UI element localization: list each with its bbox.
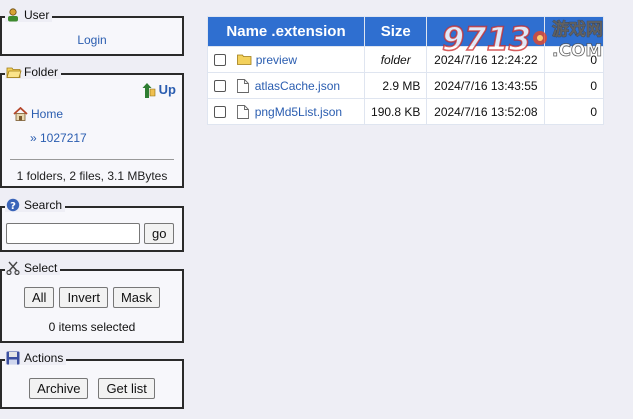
- home-icon: [13, 106, 28, 121]
- file-table: Name .extension Size preview folder 2024…: [206, 16, 604, 125]
- save-icon: [6, 351, 20, 365]
- name-cell: pngMd5List.json: [206, 98, 366, 125]
- select-panel: Select All Invert Mask 0 items selected: [0, 261, 184, 343]
- name-column-header[interactable]: Name .extension: [206, 16, 366, 47]
- archive-button[interactable]: Archive: [29, 378, 89, 399]
- up-button[interactable]: Up: [142, 82, 176, 98]
- row-checkbox[interactable]: [214, 53, 226, 66]
- folder-panel: Folder Up Home » 1027217 1 folders, 2 fi…: [0, 65, 184, 188]
- select-legend: Select: [5, 261, 61, 276]
- up-label: Up: [158, 82, 176, 97]
- name-cell: preview: [206, 46, 366, 73]
- select-all-button[interactable]: All: [23, 287, 55, 308]
- go-button[interactable]: go: [144, 223, 175, 244]
- folder-icon: [237, 53, 252, 67]
- size-column-header[interactable]: Size: [364, 16, 428, 47]
- file-name-link[interactable]: pngMd5List.json: [255, 105, 342, 119]
- svg-text:?: ?: [10, 201, 16, 212]
- folder-legend-label: Folder: [24, 65, 59, 79]
- date-column-header[interactable]: [426, 16, 546, 47]
- file-name-link[interactable]: atlasCache.json: [255, 79, 340, 93]
- date-cell: 2024/7/16 13:52:08: [426, 98, 546, 125]
- get-list-button[interactable]: Get list: [98, 378, 155, 399]
- home-link[interactable]: Home: [13, 106, 64, 121]
- folder-divider: [10, 159, 174, 160]
- date-cell: 2024/7/16 12:24:22: [426, 46, 546, 73]
- size-cell: folder: [364, 46, 428, 73]
- user-legend-label: User: [24, 8, 50, 22]
- table-row[interactable]: preview folder 2024/7/16 12:24:22 0: [206, 46, 604, 73]
- search-input[interactable]: [6, 223, 140, 244]
- search-legend-label: Search: [24, 198, 63, 212]
- user-icon: [6, 8, 20, 22]
- selection-status: 0 items selected: [48, 320, 136, 334]
- count-cell: 0: [544, 46, 604, 73]
- login-link[interactable]: Login: [77, 33, 106, 47]
- file-name-link[interactable]: preview: [256, 53, 297, 67]
- count-cell: 0: [544, 98, 604, 125]
- user-legend: User: [5, 8, 53, 22]
- search-panel: ? Search go: [0, 198, 184, 252]
- size-cell: 2.9 MB: [364, 72, 428, 99]
- folder-open-icon: [6, 65, 22, 79]
- count-column-header[interactable]: [544, 16, 604, 47]
- file-icon: [237, 78, 251, 93]
- row-checkbox[interactable]: [214, 105, 226, 118]
- up-arrow-icon: [142, 82, 156, 98]
- file-icon: [237, 104, 251, 119]
- scissors-icon: [6, 261, 20, 276]
- search-legend: ? Search: [5, 198, 66, 212]
- actions-panel: Actions Archive Get list: [0, 351, 184, 409]
- select-legend-label: Select: [24, 261, 58, 275]
- date-cell: 2024/7/16 13:43:55: [426, 72, 546, 99]
- row-checkbox[interactable]: [214, 79, 226, 92]
- table-header-row: Name .extension Size: [206, 16, 604, 47]
- actions-legend-label: Actions: [24, 351, 64, 365]
- actions-legend: Actions: [5, 351, 67, 365]
- invert-selection-button[interactable]: Invert: [59, 287, 108, 308]
- table-row[interactable]: pngMd5List.json 190.8 KB 2024/7/16 13:52…: [206, 98, 604, 125]
- help-icon: ?: [6, 198, 20, 212]
- user-panel: User Login: [0, 8, 184, 56]
- folder-summary: 1 folders, 2 files, 3.1 MBytes: [16, 169, 168, 183]
- count-cell: 0: [544, 72, 604, 99]
- mask-button[interactable]: Mask: [112, 287, 161, 308]
- name-cell: atlasCache.json: [206, 72, 366, 99]
- current-folder-link[interactable]: » 1027217: [30, 131, 87, 145]
- table-row[interactable]: atlasCache.json 2.9 MB 2024/7/16 13:43:5…: [206, 72, 604, 99]
- folder-legend: Folder: [5, 65, 62, 79]
- size-cell: 190.8 KB: [364, 98, 428, 125]
- home-label: Home: [31, 107, 64, 121]
